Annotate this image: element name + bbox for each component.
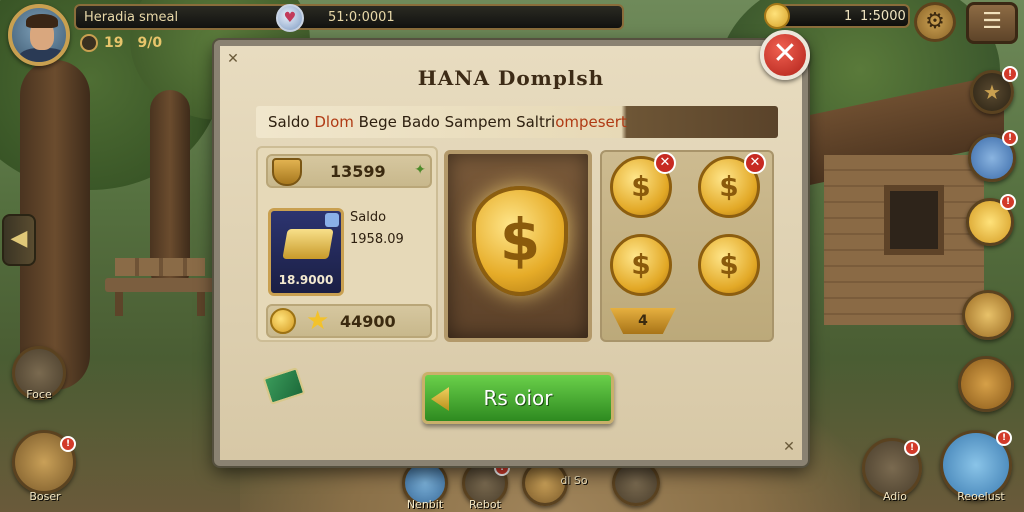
player-name: Heradia smeal [84, 10, 179, 25]
settings-gear-button[interactable]: ⚙ [914, 2, 956, 42]
bottom-crate-label: dl So [560, 474, 588, 487]
balance-panel: 13599 ✦ 18.9000 Saldo 1958.09 ★ 44900 [256, 146, 438, 342]
left-arrow-button[interactable]: ◀ [2, 214, 36, 266]
gem-icon[interactable]: ♥ [276, 4, 304, 32]
coin-total: 1:5000 [860, 9, 906, 24]
right-attack-badge: ! [904, 440, 920, 456]
shield-icon [272, 158, 302, 186]
subtitle-part: Saldo [268, 113, 315, 131]
currency-value: 13599 [330, 162, 386, 181]
ticket-icon[interactable] [262, 367, 306, 405]
coin-icon [764, 3, 790, 29]
star-icon: ★ [306, 306, 330, 336]
level-icon [80, 34, 98, 52]
wooden-bench [105, 258, 215, 318]
right-star-badge: ! [1002, 66, 1018, 82]
coin-balance-bar[interactable]: 1 1:5000 [764, 3, 910, 29]
wooden-hut [804, 73, 1004, 325]
menu-button[interactable]: ☰ [966, 2, 1018, 44]
coin-slot-icon[interactable]: $ [610, 234, 672, 296]
dialog-corner-close-icon[interactable]: ✕ [780, 438, 798, 456]
left-glove-badge: ! [60, 436, 76, 452]
subtitle-part: Bege Bado Sampem Saltri [353, 113, 556, 131]
confirm-label: Rs oior [483, 386, 553, 410]
close-button[interactable]: ✕ [760, 30, 810, 80]
bottom-tool-label: Rebot [469, 498, 501, 511]
left-tool-label: Foce [26, 388, 52, 401]
right-resource-badge: ! [996, 430, 1012, 446]
coins-grid: $ ✕ $ ✕ $ $ 4 [600, 150, 774, 342]
remove-icon[interactable]: ✕ [744, 152, 766, 174]
level-value: 19 [104, 35, 124, 51]
gold-shield-icon: $ [472, 186, 568, 296]
saldo-label: Saldo [350, 210, 387, 225]
remove-icon[interactable]: ✕ [654, 152, 676, 174]
player-info-bar: Heradia smeal ♥ 51:0:0001 [74, 4, 624, 32]
featured-shield-box[interactable]: $ [444, 150, 592, 342]
currency-pill[interactable]: 13599 ✦ [266, 154, 432, 188]
right-resource-label: Reoelust [957, 490, 1005, 503]
deposit-dialog: ✕ ✕ HANA Domplsh Saldo Dlom Bege Bado Sa… [214, 40, 808, 466]
card-price: 18.9000 [278, 273, 334, 287]
left-glove-label: Boser [29, 490, 61, 503]
bottom-hand-button[interactable] [612, 460, 660, 506]
right-attack-label: Adio [882, 490, 908, 503]
dialog-subtitle: Saldo Dlom Bege Bado Sampem Saltriompese… [256, 106, 778, 138]
dialog-title: HANA Domplsh [417, 66, 605, 90]
right-build-button[interactable] [958, 356, 1014, 412]
right-chest-button[interactable] [962, 290, 1014, 340]
gold-bars-icon [282, 229, 334, 259]
top-value: 51:0:0001 [328, 10, 395, 25]
subtitle-highlight: ompesert [555, 113, 627, 131]
saldo-value: 1958.09 [350, 232, 404, 247]
tag-icon [325, 213, 339, 227]
arrow-icon [431, 387, 449, 411]
star-value: 44900 [340, 312, 396, 331]
coin-count-banner: 4 [610, 308, 676, 334]
gold-bars-card[interactable]: 18.9000 [268, 208, 344, 296]
confirm-button[interactable]: Rs oior [422, 372, 614, 424]
player-avatar[interactable] [8, 4, 70, 66]
coin-count: 1 [844, 9, 853, 24]
level-sub: 9/0 [137, 35, 163, 51]
subtitle-highlight: Dlom [314, 113, 354, 131]
level-row: 19 9/0 [80, 34, 176, 54]
coin-slot-icon[interactable]: $ [698, 234, 760, 296]
right-helmet-badge: ! [1002, 130, 1018, 146]
right-coin-badge: ! [1000, 194, 1016, 210]
add-icon[interactable]: ✦ [414, 162, 426, 178]
coin-icon [270, 308, 296, 334]
star-pill: ★ 44900 [266, 304, 432, 338]
